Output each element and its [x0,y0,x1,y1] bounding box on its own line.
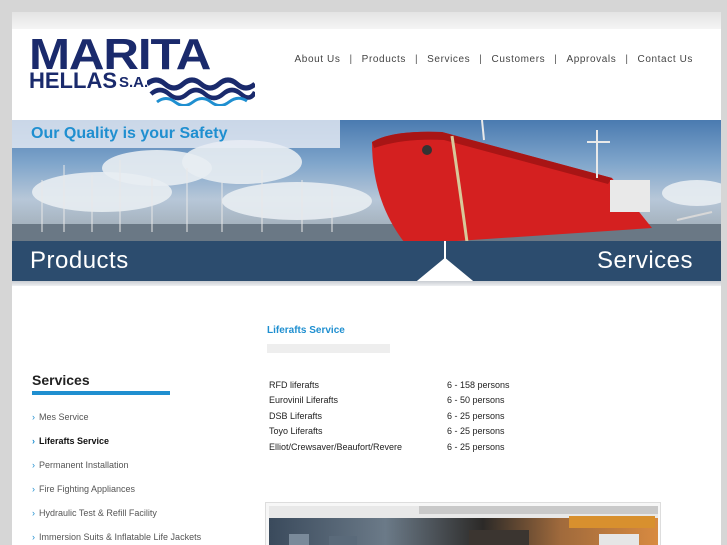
nav-separator: | [349,54,353,65]
arrow-right-icon: › [32,532,35,542]
raft-name: Elliot/Crewsaver/Beaufort/Revere [269,441,403,452]
table-row: RFD liferafts 6 - 158 persons [269,377,510,393]
arrow-right-icon: › [32,484,35,494]
nav-contact-us[interactable]: Contact Us [638,54,693,65]
nav-approvals[interactable]: Approvals [566,54,616,65]
logo-subtitle: HELLAS [29,68,117,93]
sidebar-item-label: Fire Fighting Appliances [39,484,136,494]
tagline: Our Quality is your Safety [31,125,228,142]
logo[interactable]: MARITA HELLAS S.A. [29,30,259,106]
sidebar-item-label: Permanent Installation [39,460,129,470]
table-row: Toyo Liferafts 6 - 25 persons [269,424,510,440]
sidebar-underline [32,391,170,395]
section-tabs: Products Services [12,241,721,283]
nav-separator: | [554,54,558,65]
workshop-scene [269,506,658,545]
raft-capacity: 6 - 158 persons [447,379,510,390]
arrow-right-icon: › [32,412,35,422]
sidebar-item-mes-service[interactable]: › Mes Service [32,405,201,429]
sidebar-item-label: Mes Service [39,412,89,422]
nav-about-us[interactable]: About Us [295,54,341,65]
facility-photo-image [269,506,658,545]
sidebar-item-permanent-installation[interactable]: › Permanent Installation [32,453,201,477]
sidebar-item-hydraulic-test[interactable]: › Hydraulic Test & Refill Facility [32,501,201,525]
sidebar-item-label: Liferafts Service [39,436,110,446]
nav-separator: | [625,54,629,65]
raft-capacity: 6 - 25 persons [447,441,505,452]
content-title: Liferafts Service [267,325,345,336]
raft-capacity: 6 - 50 persons [447,395,505,406]
sidebar-item-fire-fighting[interactable]: › Fire Fighting Appliances [32,477,201,501]
tab-divider [415,241,475,283]
raft-capacity: 6 - 25 persons [447,410,505,421]
page: MARITA HELLAS S.A. About Us | Products |… [12,12,721,545]
sidebar-item-liferafts-service[interactable]: › Liferafts Service [32,429,201,453]
raft-name: Eurovinil Liferafts [269,395,339,406]
sidebar-item-immersion-suits[interactable]: › Immersion Suits & Inflatable Life Jack… [32,525,201,545]
nav-separator: | [414,54,419,65]
content-divider [267,344,390,353]
logo-suffix: S.A. [119,74,149,91]
arrow-right-icon: › [32,460,35,470]
nav-products[interactable]: Products [362,54,406,65]
nav-services[interactable]: Services [427,54,470,65]
table-row: Elliot/Crewsaver/Beaufort/Revere 6 - 25 … [269,439,510,455]
raft-name: RFD liferafts [269,379,320,390]
main-nav: About Us | Products | Services | Custome… [295,54,693,65]
sidebar-item-label: Immersion Suits & Inflatable Life Jacket… [39,532,202,542]
sidebar-item-label: Hydraulic Test & Refill Facility [39,508,157,518]
sidebar-list: › Mes Service › Liferafts Service › Perm… [32,405,201,545]
liferafts-table: RFD liferafts 6 - 158 persons Eurovinil … [269,377,510,455]
facility-photo [265,502,661,545]
raft-name: Toyo Liferafts [269,426,323,437]
waves-icon [147,77,255,106]
tabs-shadow [12,281,721,286]
raft-name: DSB Liferafts [269,410,323,421]
table-row: DSB Liferafts 6 - 25 persons [269,408,510,424]
hero-banner: Our Quality is your Safety [12,120,721,242]
arrow-right-icon: › [32,436,35,446]
sidebar-title: Services [32,372,90,388]
nav-separator: | [479,54,483,65]
top-strip [12,12,721,29]
nav-customers[interactable]: Customers [492,54,546,65]
raft-capacity: 6 - 25 persons [447,426,505,437]
table-row: Eurovinil Liferafts 6 - 50 persons [269,393,510,409]
arrow-right-icon: › [32,508,35,518]
